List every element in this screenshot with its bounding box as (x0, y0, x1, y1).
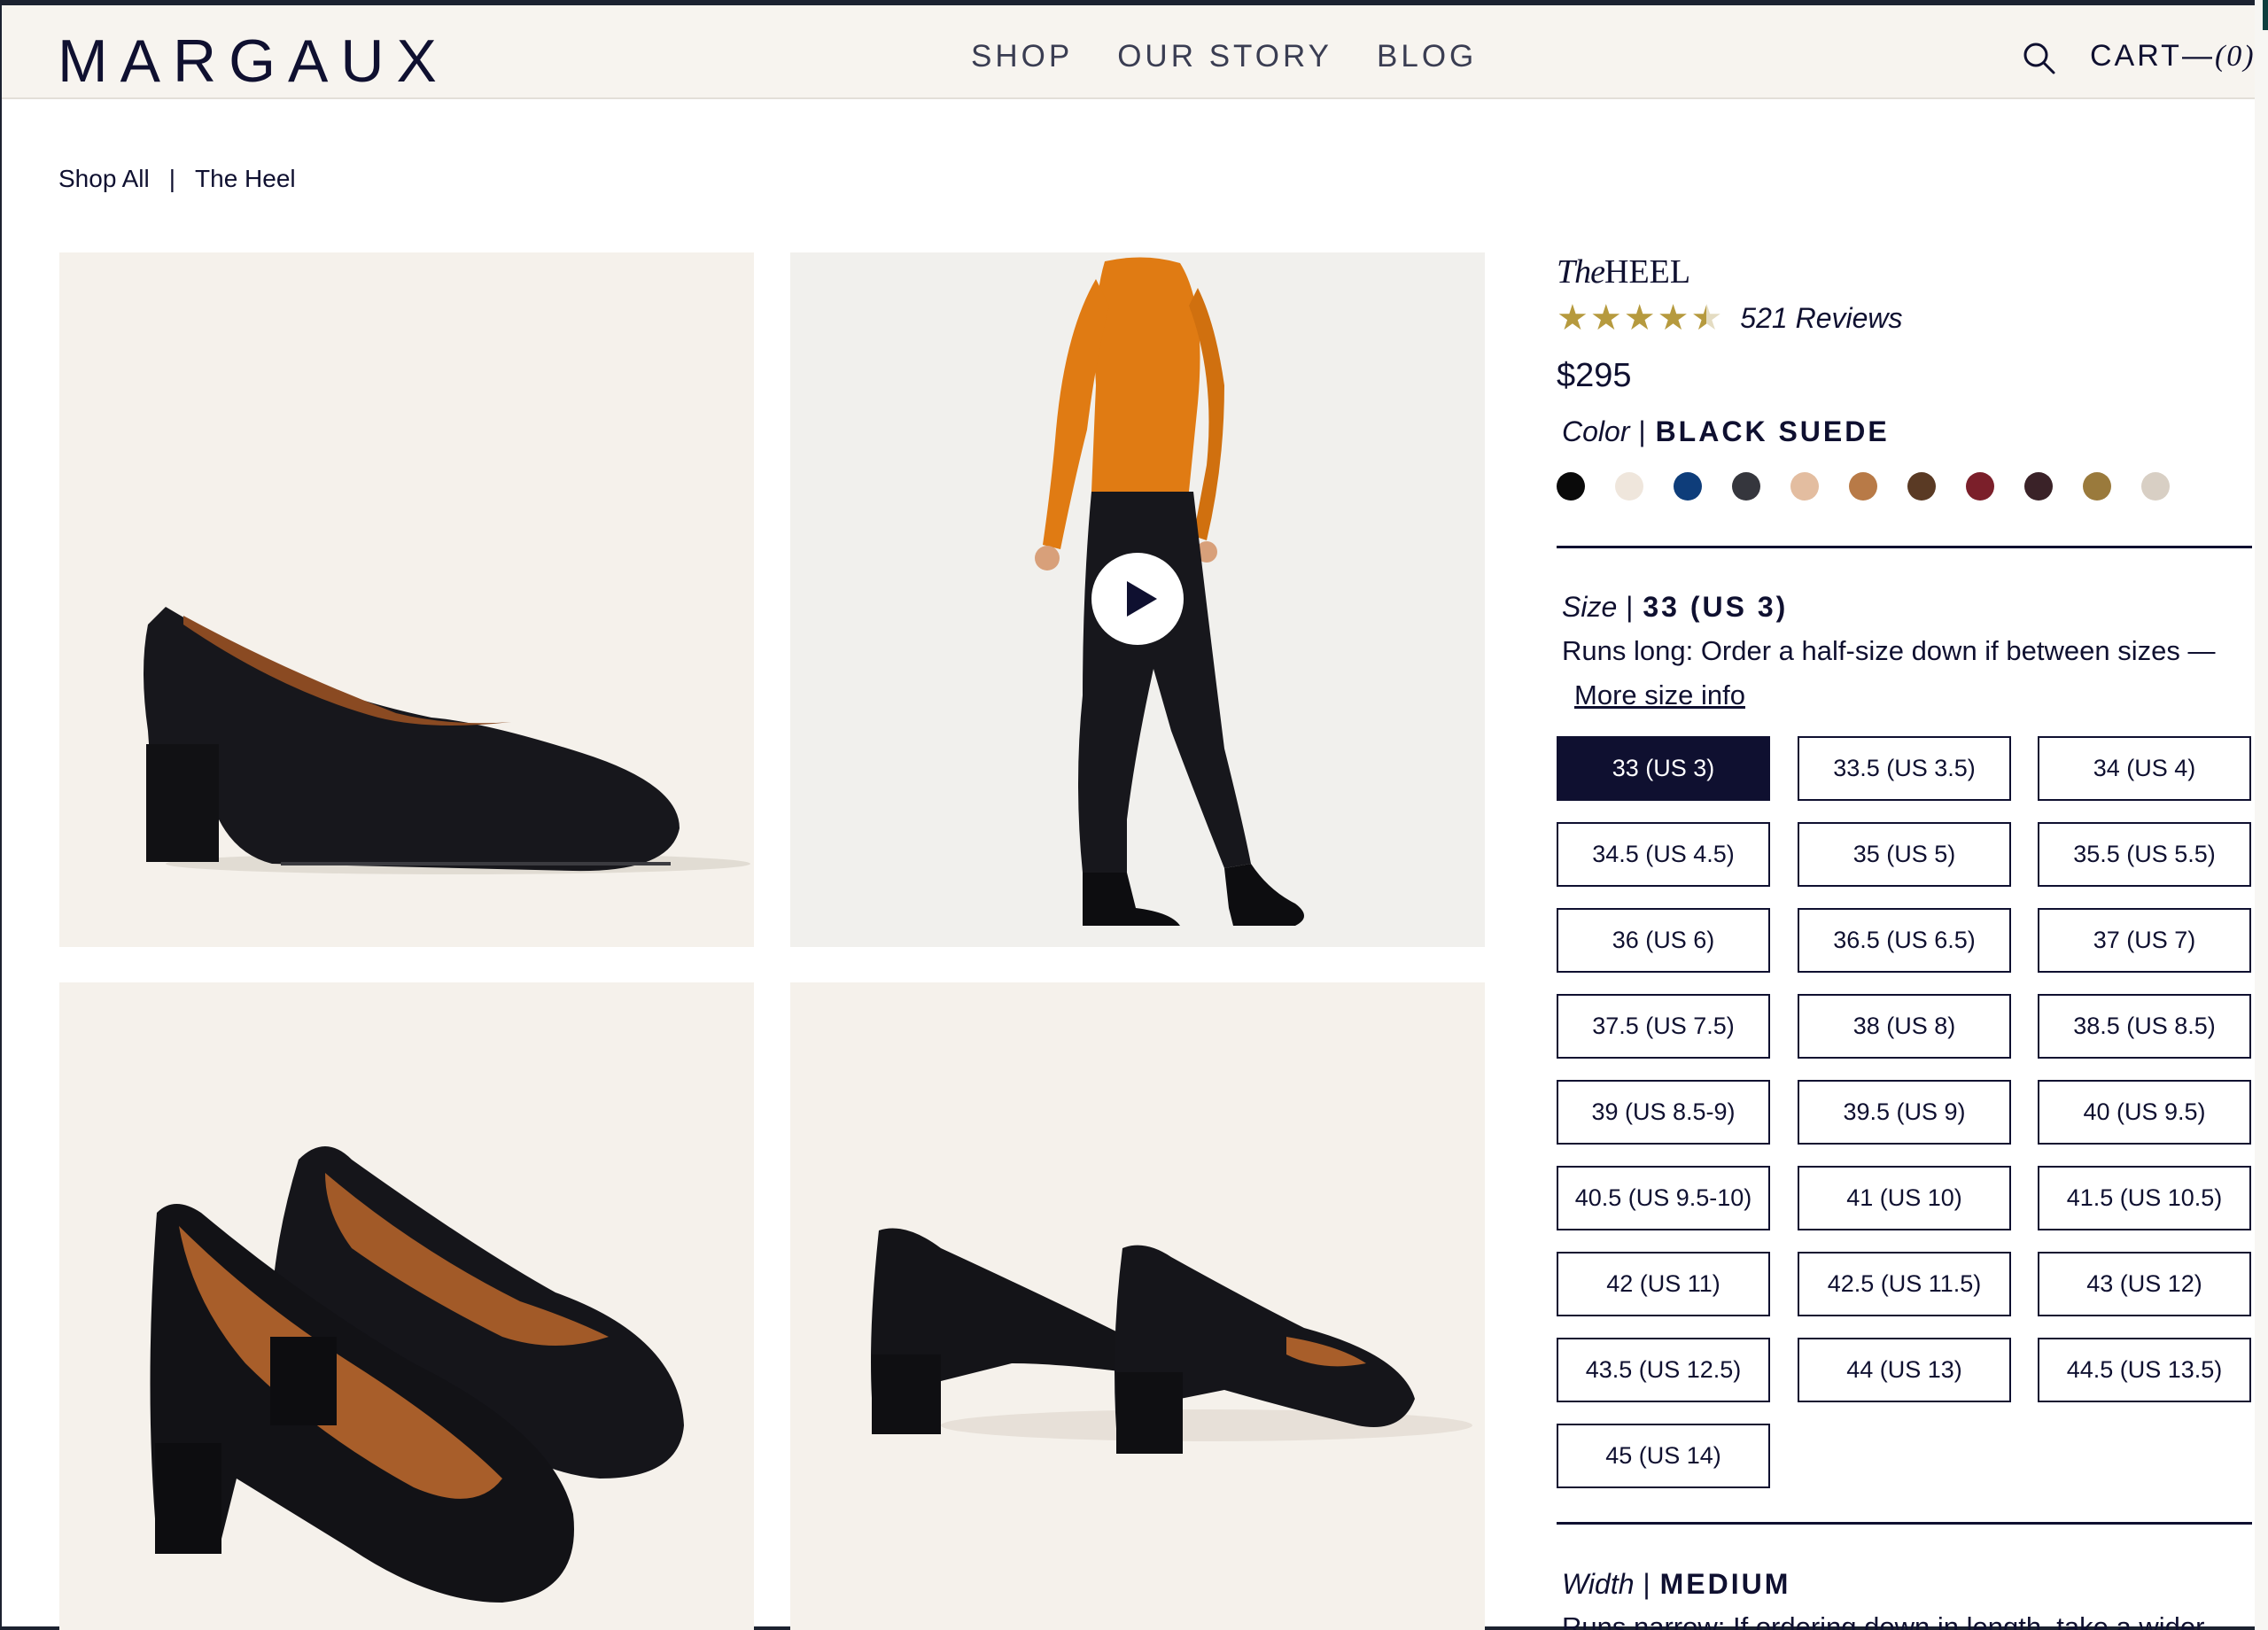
color-swatch[interactable] (1849, 472, 1877, 501)
star-rating: ★ ★ ★ ★ ★ (1557, 300, 1722, 336)
size-option-button[interactable]: 36 (US 6) (1557, 908, 1770, 973)
product-image-pair-back[interactable] (790, 982, 1485, 1630)
cart-label: CART— (2090, 39, 2215, 73)
star-icon: ★ (1589, 299, 1622, 338)
breadcrumb-the-heel[interactable]: The Heel (195, 165, 296, 193)
color-separator: | (1638, 415, 1647, 447)
reviews-link[interactable]: 521 Reviews (1740, 302, 1902, 335)
more-size-info-link[interactable]: More size info (1574, 679, 1745, 711)
size-option-button[interactable]: 43.5 (US 12.5) (1557, 1338, 1770, 1402)
width-separator: | (1643, 1568, 1651, 1600)
product-image-pair-top[interactable] (59, 982, 754, 1630)
color-label: Color | BLACK SUEDE (1562, 415, 1890, 448)
width-note: Runs narrow: If ordering down in length,… (1562, 1611, 2205, 1630)
size-option-button[interactable]: 40.5 (US 9.5-10) (1557, 1166, 1770, 1230)
size-option-button[interactable]: 33 (US 3) (1557, 736, 1770, 801)
size-option-button[interactable]: 33.5 (US 3.5) (1798, 736, 2011, 801)
nav-shop[interactable]: SHOP (971, 39, 1073, 74)
breadcrumb-separator: | (168, 165, 176, 192)
size-option-button[interactable]: 35.5 (US 5.5) (2038, 822, 2251, 887)
star-half-icon: ★ (1690, 299, 1723, 338)
size-option-button[interactable]: 38.5 (US 8.5) (2038, 994, 2251, 1059)
color-swatch[interactable] (1966, 472, 1994, 501)
size-option-button[interactable]: 37.5 (US 7.5) (1557, 994, 1770, 1059)
color-swatch[interactable] (1615, 472, 1643, 501)
width-label: Width | MEDIUM (1562, 1568, 1790, 1601)
size-option-button[interactable]: 40 (US 9.5) (2038, 1080, 2251, 1145)
size-option-button[interactable]: 39 (US 8.5-9) (1557, 1080, 1770, 1145)
size-option-button[interactable]: 36.5 (US 6.5) (1798, 908, 2011, 973)
size-option-button[interactable]: 41.5 (US 10.5) (2038, 1166, 2251, 1230)
color-value: BLACK SUEDE (1655, 415, 1890, 447)
size-option-button[interactable]: 37 (US 7) (2038, 908, 2251, 973)
color-swatch[interactable] (1907, 472, 1936, 501)
color-swatch[interactable] (1674, 472, 1702, 501)
size-option-button[interactable]: 42.5 (US 11.5) (1798, 1252, 2011, 1316)
width-value: MEDIUM (1659, 1568, 1791, 1600)
play-icon[interactable] (1091, 553, 1184, 645)
color-swatch[interactable] (2024, 472, 2053, 501)
size-option-button[interactable]: 35 (US 5) (1798, 822, 2011, 887)
product-price: $295 (1557, 357, 1632, 394)
size-option-button[interactable]: 34.5 (US 4.5) (1557, 822, 1770, 887)
star-icon: ★ (1657, 299, 1689, 338)
edge-tab (2263, 0, 2268, 30)
color-swatch[interactable] (2141, 472, 2170, 501)
width-label-key: Width (1562, 1568, 1635, 1600)
title-prefix: The (1557, 253, 1605, 291)
color-swatch[interactable] (1732, 472, 1760, 501)
size-separator: | (1626, 591, 1635, 623)
size-option-button[interactable]: 34 (US 4) (2038, 736, 2251, 801)
star-icon: ★ (1623, 299, 1656, 338)
nav-our-story[interactable]: OUR STORY (1117, 39, 1332, 74)
nav-blog[interactable]: BLOG (1377, 39, 1477, 74)
size-label: Size | 33 (US 3) (1562, 591, 1788, 624)
breadcrumb-shop-all[interactable]: Shop All (58, 165, 150, 193)
size-option-button[interactable]: 44.5 (US 13.5) (2038, 1338, 2251, 1402)
size-option-button[interactable]: 39.5 (US 9) (1798, 1080, 2011, 1145)
size-option-button[interactable]: 43 (US 12) (2038, 1252, 2251, 1316)
cart-count: (0) (2214, 40, 2256, 73)
main-nav: SHOP OUR STORY BLOG (971, 39, 1477, 74)
title-text: HEEL (1604, 253, 1691, 291)
size-option-button[interactable]: 42 (US 11) (1557, 1252, 1770, 1316)
color-swatch[interactable] (1790, 472, 1819, 501)
product-title: TheHEEL (1557, 252, 1690, 291)
size-note: Runs long: Order a half-size down if bet… (1562, 635, 2216, 666)
size-option-button[interactable]: 45 (US 14) (1557, 1424, 1770, 1488)
size-value: 33 (US 3) (1643, 591, 1789, 623)
star-icon: ★ (1557, 299, 1588, 338)
rating: ★ ★ ★ ★ ★ 521 Reviews (1557, 300, 1903, 336)
product-image-side[interactable] (59, 252, 754, 947)
logo[interactable]: MARGAUX (58, 27, 449, 96)
color-label-key: Color (1562, 415, 1630, 447)
breadcrumb: Shop All | The Heel (58, 165, 296, 193)
color-swatches (1557, 472, 2170, 501)
size-option-button[interactable]: 38 (US 8) (1798, 994, 2011, 1059)
color-swatch[interactable] (1557, 472, 1585, 501)
browser-frame: MARGAUX SHOP OUR STORY BLOG CART—(0) Sho… (0, 0, 2255, 1630)
size-label-key: Size (1562, 591, 1618, 623)
size-option-button[interactable]: 41 (US 10) (1798, 1166, 2011, 1230)
color-swatch[interactable] (2083, 472, 2111, 501)
divider (1557, 1522, 2252, 1525)
site-header: MARGAUX SHOP OUR STORY BLOG CART—(0) (2, 5, 2255, 99)
cart-link[interactable]: CART—(0) (2090, 39, 2256, 74)
size-option-button[interactable]: 44 (US 13) (1798, 1338, 2011, 1402)
search-icon[interactable] (2022, 41, 2057, 76)
divider (1557, 546, 2252, 548)
window-edge (2255, 0, 2268, 1630)
